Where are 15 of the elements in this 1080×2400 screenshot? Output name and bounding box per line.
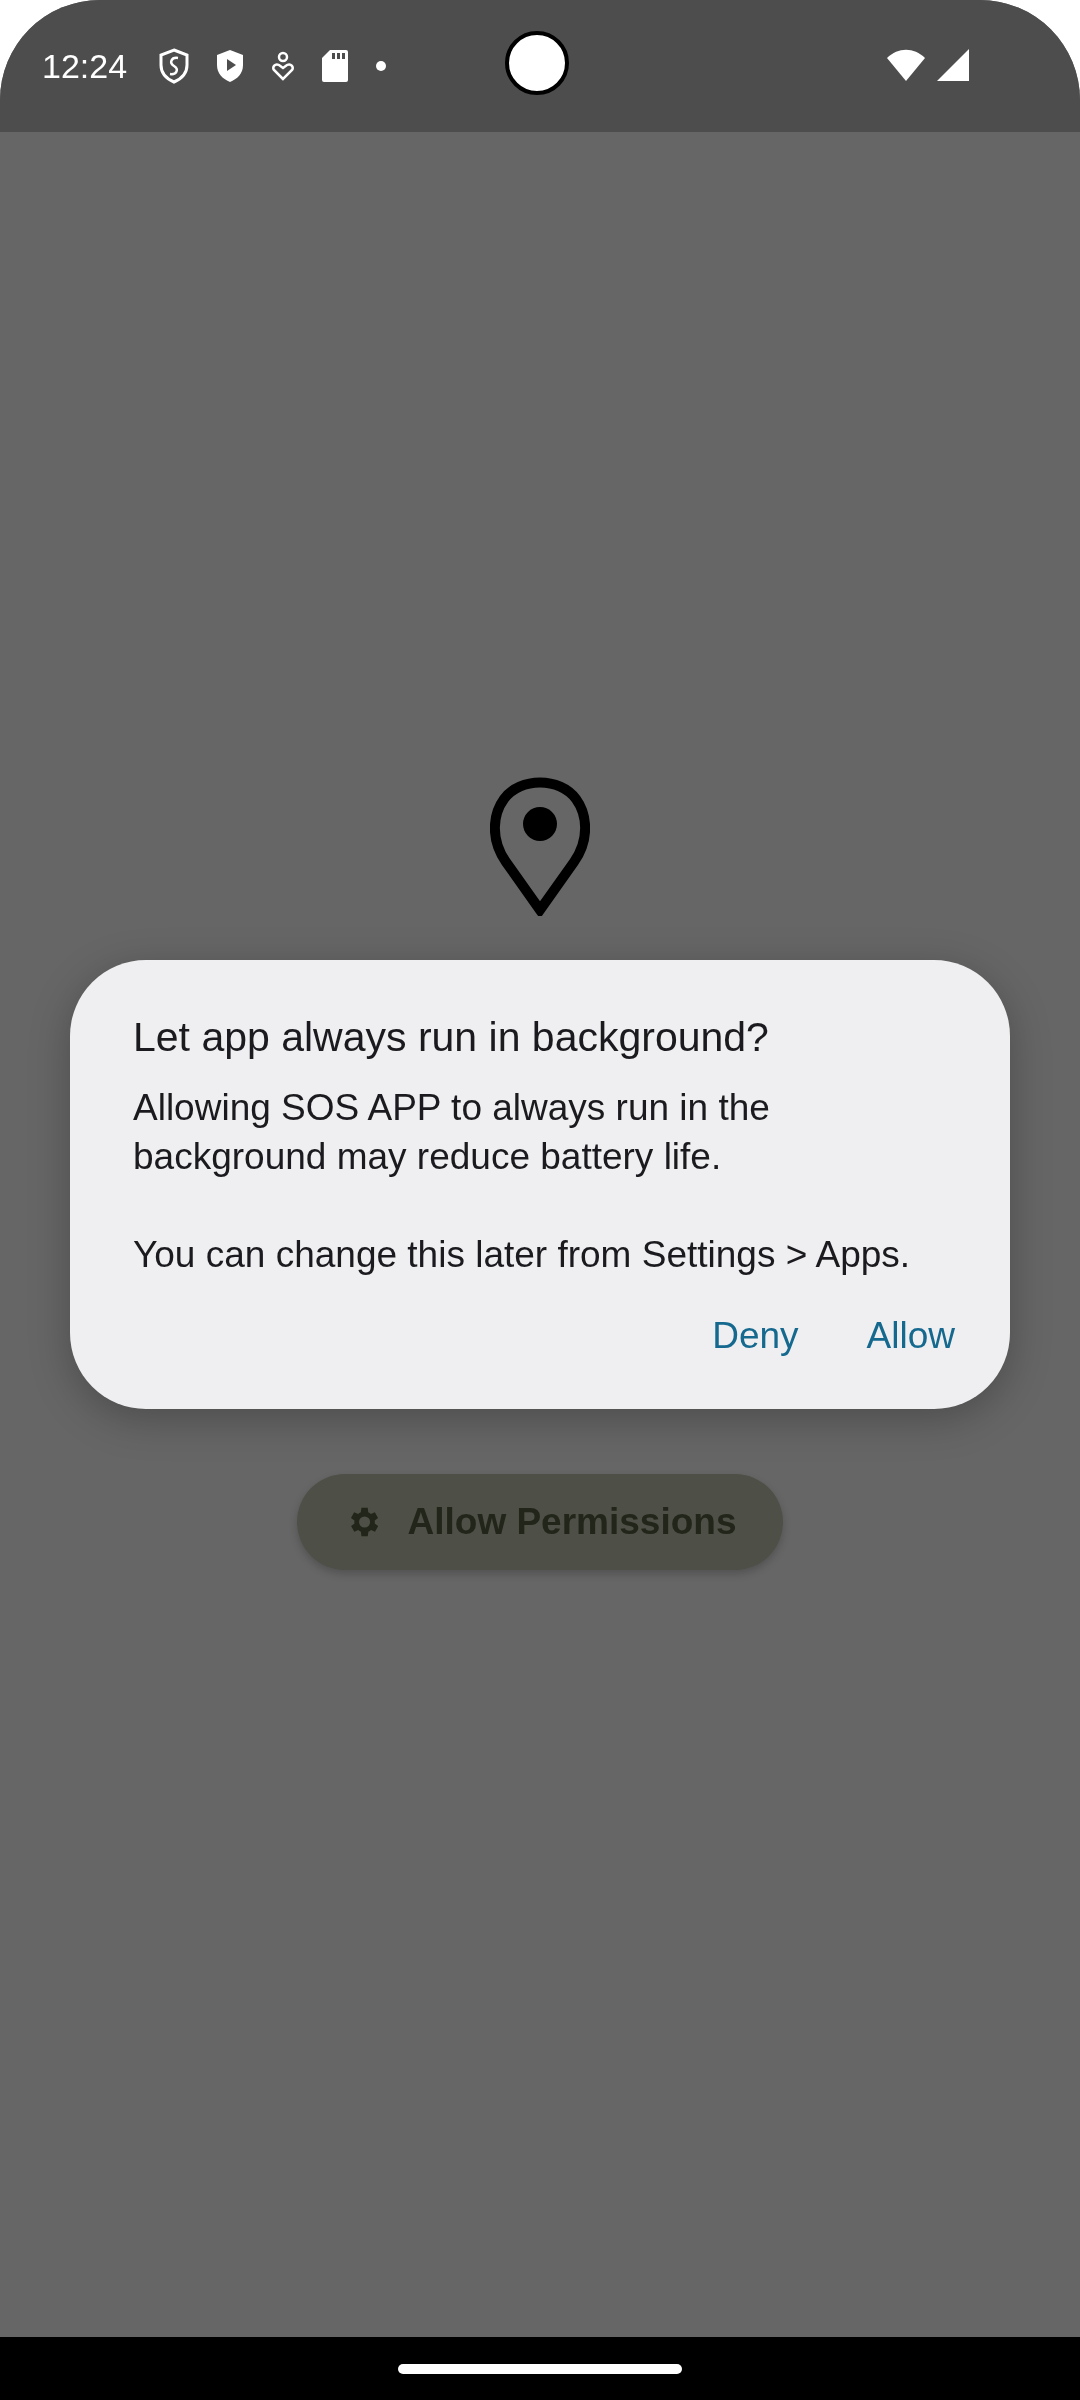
dialog-action-button[interactable]: Allow: [858, 1303, 963, 1369]
dot-icon: [375, 60, 388, 72]
home-handle[interactable]: [398, 2363, 682, 2374]
camera-cutout: [505, 31, 569, 95]
wifi-icon: [886, 49, 926, 81]
dialog-title: Let app always run in background?: [133, 1014, 770, 1061]
heart-person-icon: [271, 51, 296, 81]
dialog-message: You can change this later from Settings > Apps.: [133, 1233, 912, 1277]
shield-icon: [159, 48, 190, 84]
dialog-message: Allowing SOS APP to always run in the background may reduce battery life.: [133, 1086, 771, 1179]
play-shield-icon: [215, 48, 246, 84]
sd-card-icon: [321, 49, 350, 83]
status-time: 12:24: [42, 46, 128, 86]
signal-icon: [936, 48, 970, 82]
dialog-action-button[interactable]: Deny: [704, 1303, 807, 1369]
